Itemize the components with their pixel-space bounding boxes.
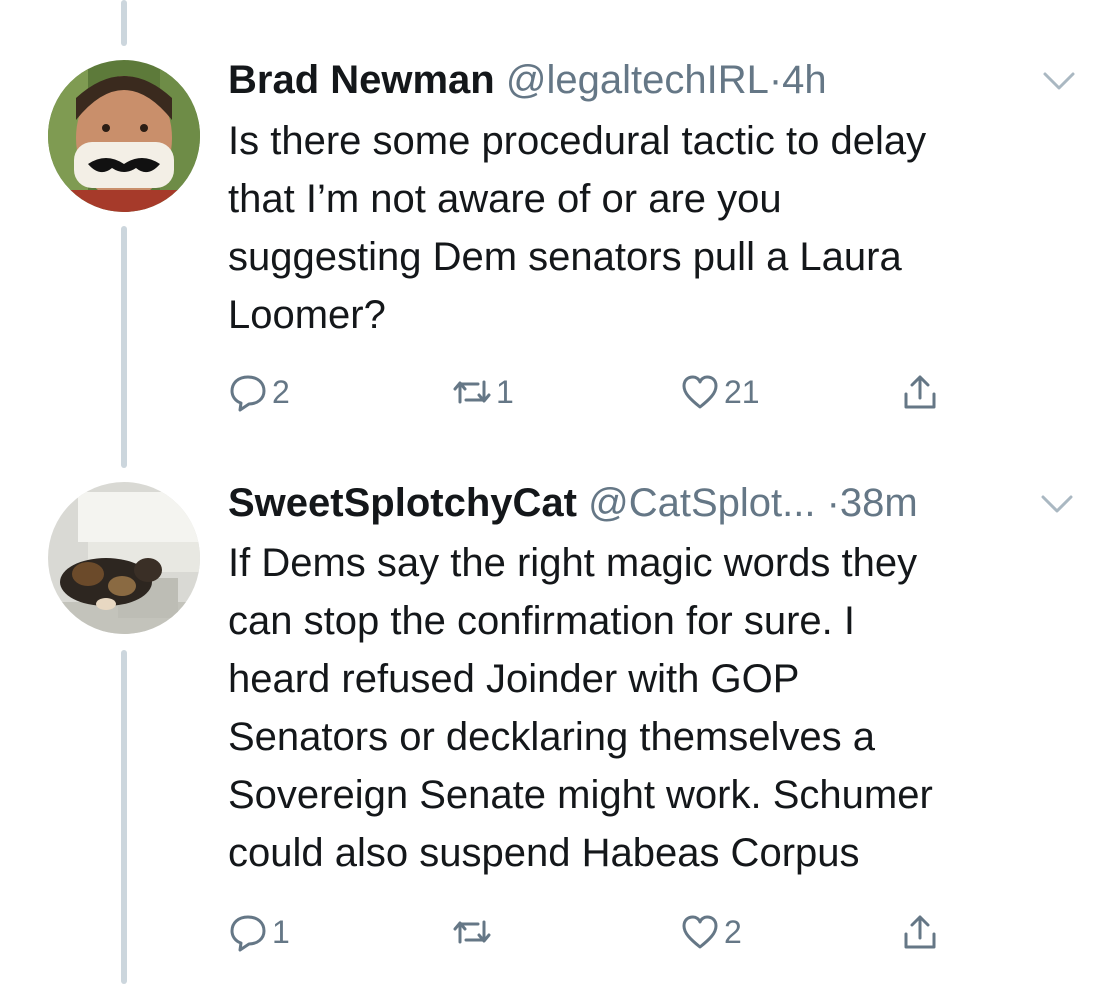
avatar[interactable] bbox=[48, 60, 200, 212]
heart-icon bbox=[682, 375, 718, 409]
user-handle[interactable]: @CatSplot... bbox=[588, 481, 815, 525]
reply-count: 2 bbox=[272, 373, 290, 410]
share-icon bbox=[904, 915, 936, 949]
reply-icon bbox=[230, 375, 266, 412]
reply-button[interactable]: 1 bbox=[228, 908, 290, 956]
separator: · bbox=[768, 58, 783, 102]
tweet-actions: 1 2 bbox=[228, 908, 988, 956]
reply-icon bbox=[230, 915, 266, 952]
chevron-down-icon[interactable] bbox=[1039, 488, 1075, 518]
heart-icon bbox=[682, 915, 718, 949]
retweet-button[interactable] bbox=[452, 908, 496, 956]
reply-count: 1 bbox=[272, 913, 290, 950]
tweet-header: SweetSplotchyCat @CatSplot... ·38m bbox=[228, 478, 1077, 528]
share-icon bbox=[904, 375, 936, 409]
share-button[interactable] bbox=[900, 368, 940, 416]
tweet[interactable]: Brad Newman @legaltechIRL·4h Is there so… bbox=[0, 0, 1117, 470]
share-button[interactable] bbox=[900, 908, 940, 956]
avatar[interactable] bbox=[48, 482, 200, 634]
retweet-button[interactable]: 1 bbox=[452, 368, 514, 416]
reply-button[interactable]: 2 bbox=[228, 368, 290, 416]
tweet-header: Brad Newman @legaltechIRL·4h bbox=[228, 55, 1077, 105]
chevron-down-icon[interactable] bbox=[1041, 65, 1077, 95]
like-count: 2 bbox=[724, 913, 742, 950]
display-name[interactable]: SweetSplotchyCat bbox=[228, 481, 577, 525]
tweet-actions: 2 1 21 bbox=[228, 368, 988, 416]
timestamp[interactable]: 38m bbox=[840, 481, 918, 525]
tweet-text: Is there some procedural tactic to delay… bbox=[228, 119, 927, 337]
tweet-text: If Dems say the right magic words they c… bbox=[228, 541, 933, 875]
separator: · bbox=[826, 481, 840, 525]
retweet-icon bbox=[453, 380, 491, 404]
retweet-icon bbox=[453, 920, 491, 944]
user-handle[interactable]: @legaltechIRL bbox=[506, 58, 769, 102]
retweet-count: 1 bbox=[496, 373, 514, 410]
like-button[interactable]: 21 bbox=[680, 368, 760, 416]
like-count: 21 bbox=[724, 373, 760, 410]
tweet[interactable]: SweetSplotchyCat @CatSplot... ·38m If De… bbox=[0, 470, 1117, 984]
display-name[interactable]: Brad Newman bbox=[228, 58, 495, 102]
timestamp[interactable]: 4h bbox=[782, 58, 827, 102]
like-button[interactable]: 2 bbox=[680, 908, 742, 956]
